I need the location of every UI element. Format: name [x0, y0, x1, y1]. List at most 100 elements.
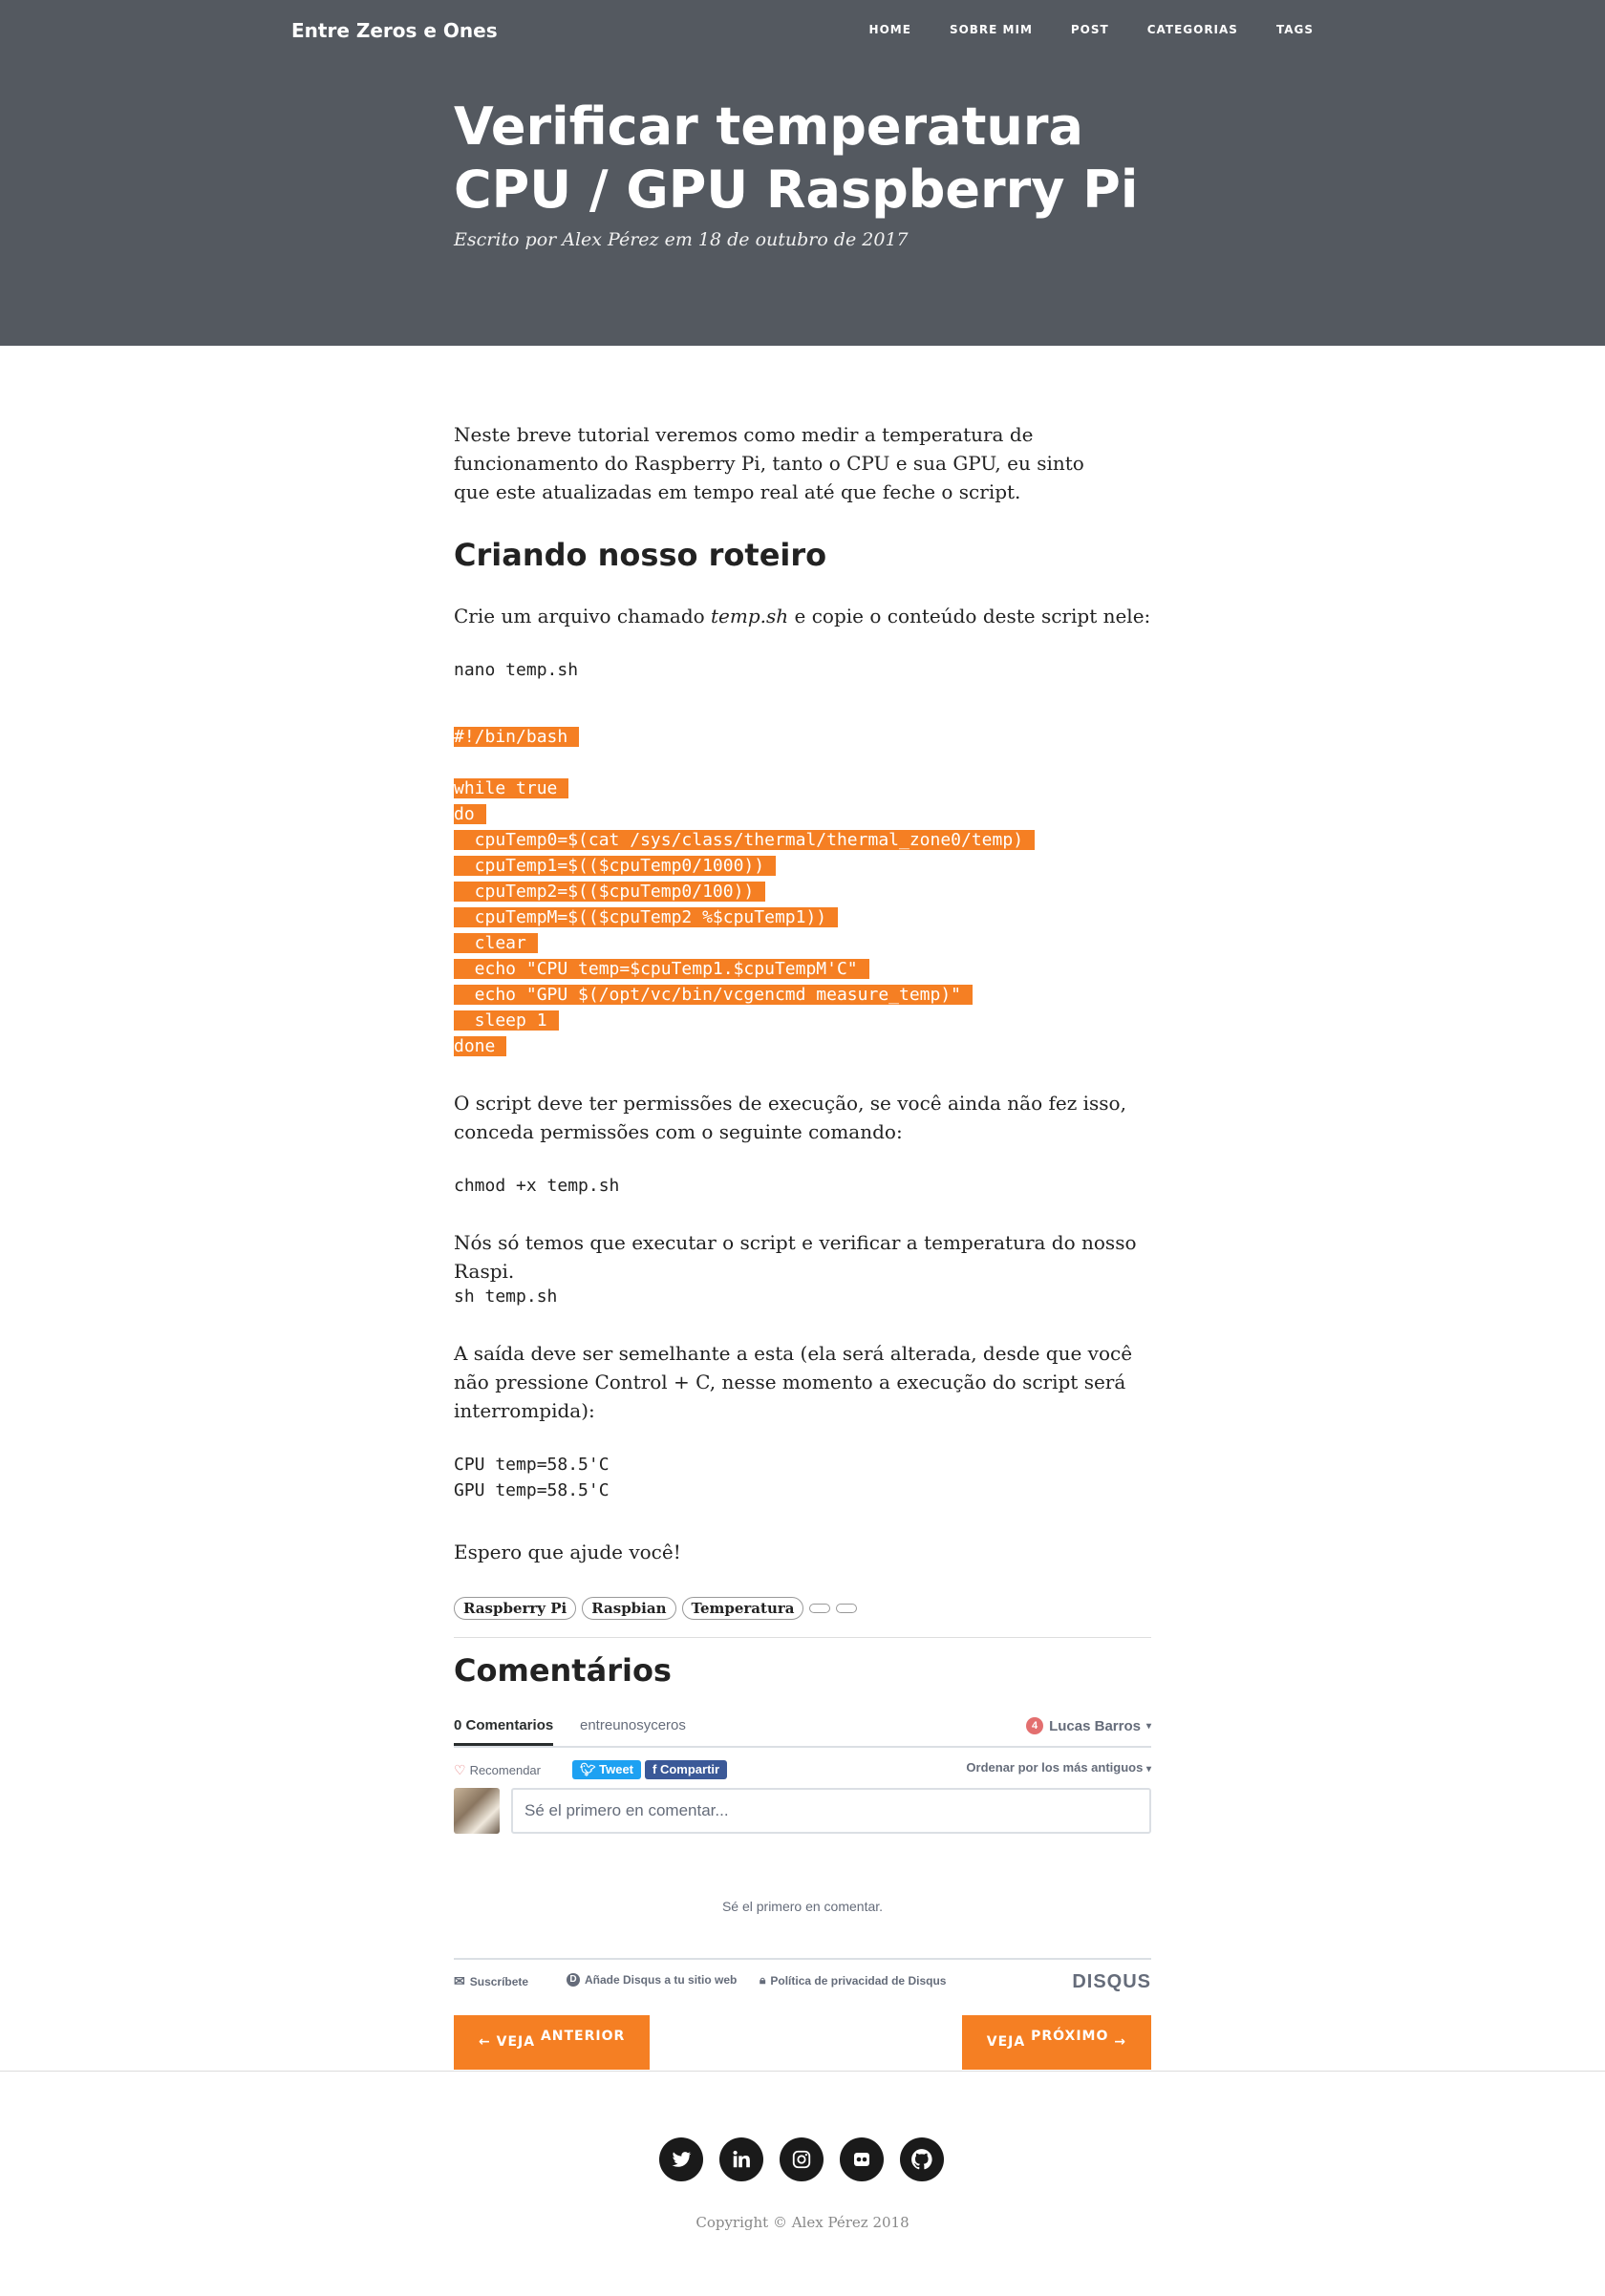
tab-comments[interactable]: 0 Comentarios	[454, 1717, 554, 1746]
chevron-down-icon: ▾	[1145, 1720, 1151, 1732]
code-line-text: while true	[454, 778, 569, 798]
lock-icon: 🔒︎	[760, 1973, 766, 1987]
code-line-text: #!/bin/bash	[454, 727, 580, 747]
tag-raspberry-pi[interactable]: Raspberry Pi	[454, 1597, 577, 1620]
prev-big-label: ANTERIOR	[540, 2029, 626, 2044]
arrow-left-icon: ←	[479, 2034, 491, 2050]
code-line-text: sleep 1	[454, 1010, 559, 1031]
chevron-down-icon: ▾	[1145, 1764, 1151, 1775]
code-line: #!/bin/bash	[454, 724, 1035, 750]
linkedin-icon[interactable]	[719, 2137, 763, 2181]
next-post-button[interactable]: VEJA PRÓXIMO →	[961, 2015, 1151, 2070]
comment-input[interactable]: Sé el primero en comentar...	[511, 1788, 1151, 1834]
social-links	[659, 2137, 944, 2181]
code-line: cpuTemp2=$(($cpuTemp0/100))	[454, 879, 1035, 904]
tag-list: Raspberry Pi Raspbian Temperatura	[454, 1597, 858, 1620]
user-name[interactable]: Lucas Barros	[1049, 1718, 1141, 1734]
subscribe-link[interactable]: ✉ Suscríbete	[454, 1973, 528, 1989]
code-output: CPU temp=58.5'C GPU temp=58.5'C	[454, 1452, 610, 1503]
share-label: Compartir	[659, 1762, 720, 1776]
privacy-label: Política de privacidad de Disqus	[770, 1973, 947, 1988]
code-line-text: echo "CPU temp=$cpuTemp1.$cpuTempM'C"	[454, 959, 869, 979]
code-line-text: do	[454, 804, 486, 824]
code-line: cpuTempM=$(($cpuTemp2 %$cpuTemp1))	[454, 904, 1035, 930]
code-line: do	[454, 801, 1035, 827]
code-line-text: clear	[454, 933, 538, 953]
avatar[interactable]	[454, 1788, 500, 1834]
tag-empty[interactable]	[836, 1604, 858, 1613]
github-icon[interactable]	[900, 2137, 944, 2181]
run-paragraph: Nós só temos que executar o script e ver…	[454, 1231, 1137, 1283]
recommend-label: Recomendar	[469, 1763, 541, 1777]
twitter-icon: 🐦︎	[580, 1762, 600, 1776]
nav-tags[interactable]: TAGS	[1276, 23, 1314, 36]
create-paragraph: Crie um arquivo chamado temp.sh e copie …	[454, 602, 1151, 630]
closing-paragraph: Espero que ajude você!	[454, 1541, 681, 1563]
envelope-icon: ✉	[454, 1973, 465, 1988]
section-heading: Criando nosso roteiro	[454, 537, 827, 573]
comments-heading: Comentários	[454, 1652, 672, 1689]
code-nano: nano temp.sh	[454, 660, 579, 680]
tag-raspbian[interactable]: Raspbian	[582, 1597, 676, 1620]
code-line: done	[454, 1033, 1035, 1059]
divider	[454, 1637, 1151, 1638]
code-line-text: cpuTempM=$(($cpuTemp2 %$cpuTemp1))	[454, 907, 839, 927]
privacy-link[interactable]: 🔒︎ Política de privacidad de Disqus	[760, 1973, 946, 1988]
add-disqus-label: Añade Disqus a tu sitio web	[585, 1973, 738, 1987]
code-line: while true	[454, 776, 1035, 801]
disqus-user-menu[interactable]: 4 Lucas Barros ▾	[1026, 1717, 1151, 1734]
nav-post[interactable]: POST	[1071, 23, 1109, 36]
notification-badge[interactable]: 4	[1026, 1717, 1044, 1734]
disqus-tabs: 0 Comentarios entreunosyceros 4 Lucas Ba…	[454, 1708, 1151, 1748]
disqus-logo[interactable]: DISQUS	[1072, 1971, 1151, 1993]
create-text-before: Crie um arquivo chamado	[454, 605, 712, 627]
flickr-icon[interactable]	[840, 2137, 884, 2181]
output-line: CPU temp=58.5'C	[454, 1455, 610, 1475]
code-line: cpuTemp0=$(cat /sys/class/thermal/therma…	[454, 827, 1036, 853]
nav-categorias[interactable]: CATEGORIAS	[1147, 23, 1238, 36]
output-paragraph: A saída deve ser semelhante a esta (ela …	[454, 1342, 1133, 1422]
nav-sobre-mim[interactable]: SOBRE MIM	[950, 23, 1033, 36]
tweet-label: Tweet	[599, 1762, 634, 1776]
previous-post-button[interactable]: ← VEJA ANTERIOR	[454, 2015, 651, 2070]
add-disqus-link[interactable]: D Añade Disqus a tu sitio web	[567, 1973, 737, 1987]
code-line-text: cpuTemp2=$(($cpuTemp0/100))	[454, 882, 766, 902]
arrow-right-icon: →	[1114, 2034, 1126, 2050]
recommend-button[interactable]: ♡ Recomendar	[454, 1762, 541, 1778]
sort-dropdown[interactable]: Ordenar por los más antiguos ▾	[966, 1760, 1151, 1775]
next-big-label: PRÓXIMO	[1031, 2029, 1109, 2044]
footer-divider	[0, 2071, 1605, 2072]
tag-temperatura[interactable]: Temperatura	[681, 1597, 804, 1620]
disqus-actions: ♡ Recomendar 🐦︎ Tweet f Compartir Ordena…	[454, 1753, 1151, 1781]
comment-composer: Sé el primero en comentar...	[454, 1788, 1151, 1836]
intro-paragraph: Neste breve tutorial veremos como medir …	[454, 423, 1084, 503]
instagram-icon[interactable]	[780, 2137, 824, 2181]
disqus-footer: ✉ Suscríbete D Añade Disqus a tu sitio web…	[454, 1958, 1151, 2004]
twitter-icon[interactable]	[659, 2137, 703, 2181]
heart-icon: ♡	[454, 1762, 466, 1777]
tag-empty[interactable]	[809, 1604, 831, 1613]
code-line-text: done	[454, 1036, 507, 1056]
tab-community[interactable]: entreunosyceros	[580, 1717, 686, 1733]
code-chmod: chmod +x temp.sh	[454, 1176, 620, 1196]
page-header: Entre Zeros e Ones HOME SOBRE MIM POST C…	[0, 0, 1605, 346]
code-line: cpuTemp1=$(($cpuTemp0/1000))	[454, 853, 1035, 879]
site-brand[interactable]: Entre Zeros e Ones	[291, 19, 498, 42]
tweet-button[interactable]: 🐦︎ Tweet	[572, 1760, 642, 1779]
main-nav: HOME SOBRE MIM POST CATEGORIAS TAGS	[831, 23, 1314, 36]
code-line: clear	[454, 930, 1035, 956]
code-line-text: cpuTemp0=$(cat /sys/class/thermal/therma…	[454, 830, 1036, 850]
share-button[interactable]: f Compartir	[645, 1760, 728, 1779]
code-line: echo "CPU temp=$cpuTemp1.$cpuTempM'C"	[454, 956, 1035, 982]
sort-label: Ordenar por los más antiguos	[966, 1760, 1144, 1775]
nav-home[interactable]: HOME	[869, 23, 911, 36]
no-comments-message: Sé el primero en comentar.	[721, 1899, 884, 1914]
code-run: sh temp.sh	[454, 1286, 558, 1307]
code-line-text: echo "GPU $(/opt/vc/bin/vcgencmd measure…	[454, 985, 974, 1005]
disqus-d-icon: D	[567, 1973, 580, 1987]
post-byline: Escrito por Alex Pérez em 18 de outubro …	[454, 229, 909, 250]
copyright-text: Copyright © Alex Pérez 2018	[696, 2214, 910, 2231]
code-line-text: cpuTemp1=$(($cpuTemp0/1000))	[454, 856, 777, 876]
page-title: Verificar temperatura CPU / GPU Raspberr…	[454, 96, 1139, 220]
